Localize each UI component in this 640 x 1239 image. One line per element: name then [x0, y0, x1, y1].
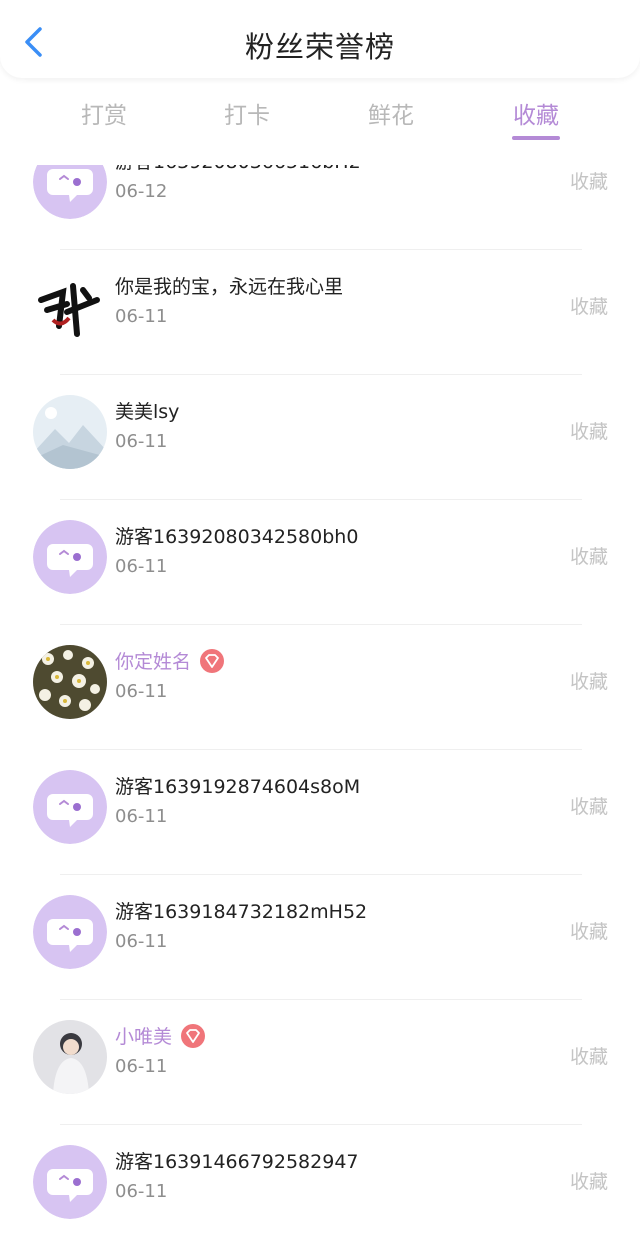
avatar[interactable]	[33, 645, 107, 719]
tab-xianhua[interactable]: 鲜花	[336, 96, 446, 130]
list-item[interactable]: 小唯美 06-11 收藏	[0, 1000, 640, 1125]
user-name-text: 游客16391466792582947	[115, 1151, 359, 1173]
user-name-text: 你是我的宝，永远在我心里	[115, 276, 344, 298]
list-item[interactable]: 游客1639192874604s8oM 06-11 收藏	[0, 750, 640, 875]
user-name: 游客16391466792582947	[115, 1147, 359, 1174]
user-name-text: 游客1639184732182mH52	[115, 901, 368, 923]
tab-bar: 打赏 打卡 鲜花 收藏	[0, 82, 640, 162]
tab-label: 打卡	[224, 103, 270, 129]
user-name-text: 游客1639192874604s8oM	[115, 776, 361, 798]
favorite-label[interactable]: 收藏	[570, 917, 608, 944]
tab-dashang[interactable]: 打赏	[49, 96, 159, 130]
favorite-label[interactable]: 收藏	[570, 792, 608, 819]
date-label: 06-11	[115, 806, 168, 827]
list-item[interactable]: 你是我的宝，永远在我心里 06-11 收藏	[0, 250, 640, 375]
date-label: 06-11	[115, 1056, 168, 1077]
favorite-label[interactable]: 收藏	[570, 1042, 608, 1069]
avatar[interactable]	[33, 1020, 107, 1094]
favorite-label[interactable]: 收藏	[570, 1167, 608, 1194]
favorite-label[interactable]: 收藏	[570, 667, 608, 694]
user-name-text: 美美lsy	[115, 401, 180, 423]
user-name: 小唯美	[115, 1022, 206, 1049]
user-name: 美美lsy	[115, 397, 179, 424]
date-label: 06-11	[115, 556, 168, 577]
avatar[interactable]	[33, 770, 107, 844]
date-label: 06-11	[115, 681, 168, 702]
favorite-label[interactable]: 收藏	[570, 292, 608, 319]
user-name: 游客1639192874604s8oM	[115, 772, 360, 799]
user-name: 你是我的宝，永远在我心里	[115, 272, 343, 299]
vip-diamond-icon	[180, 1023, 206, 1049]
tab-shoucang[interactable]: 收藏	[481, 96, 591, 140]
avatar[interactable]	[33, 895, 107, 969]
user-name: 你定姓名	[115, 647, 225, 674]
list-item[interactable]: 美美lsy 06-11 收藏	[0, 375, 640, 500]
avatar[interactable]	[33, 1145, 107, 1219]
user-name: 游客16392080366516bH2	[115, 165, 361, 174]
date-label: 06-12	[115, 181, 168, 202]
avatar[interactable]	[33, 165, 107, 219]
list-item[interactable]: 游客1639184732182mH52 06-11 收藏	[0, 875, 640, 1000]
avatar[interactable]	[33, 395, 107, 469]
list-item[interactable]: 游客16392080366516bH2 06-12 收藏	[0, 165, 640, 250]
date-label: 06-11	[115, 306, 168, 327]
favorite-label[interactable]: 收藏	[570, 417, 608, 444]
avatar[interactable]	[33, 520, 107, 594]
user-name-text: 游客16392080366516bH2	[115, 165, 361, 173]
user-name-text: 你定姓名	[115, 651, 192, 673]
user-name: 游客16392080342580bh0	[115, 522, 358, 549]
fan-list[interactable]: 游客16392080366516bH206-12收藏你是我的宝，永远在我心里06…	[0, 165, 640, 1239]
avatar[interactable]	[33, 270, 107, 344]
vip-diamond-icon	[199, 648, 225, 674]
user-name-text: 小唯美	[115, 1026, 173, 1048]
user-name: 游客1639184732182mH52	[115, 897, 367, 924]
list-item[interactable]: 游客16391466792582947 06-11 收藏	[0, 1125, 640, 1239]
favorite-label[interactable]: 收藏	[570, 167, 608, 194]
user-name-text: 游客16392080342580bh0	[115, 526, 359, 548]
tab-label: 鲜花	[368, 103, 414, 129]
list-item[interactable]: 游客16392080342580bh0 06-11 收藏	[0, 500, 640, 625]
tab-label: 打赏	[81, 103, 127, 129]
list-item[interactable]: 你定姓名 06-11 收藏	[0, 625, 640, 750]
favorite-label[interactable]: 收藏	[570, 542, 608, 569]
date-label: 06-11	[115, 431, 168, 452]
date-label: 06-11	[115, 1181, 168, 1202]
tab-daka[interactable]: 打卡	[192, 96, 302, 130]
tab-underline	[512, 136, 560, 140]
tab-label: 收藏	[513, 103, 559, 129]
header: 粉丝荣誉榜	[0, 0, 640, 78]
page-title: 粉丝荣誉榜	[244, 30, 395, 64]
date-label: 06-11	[115, 931, 168, 952]
